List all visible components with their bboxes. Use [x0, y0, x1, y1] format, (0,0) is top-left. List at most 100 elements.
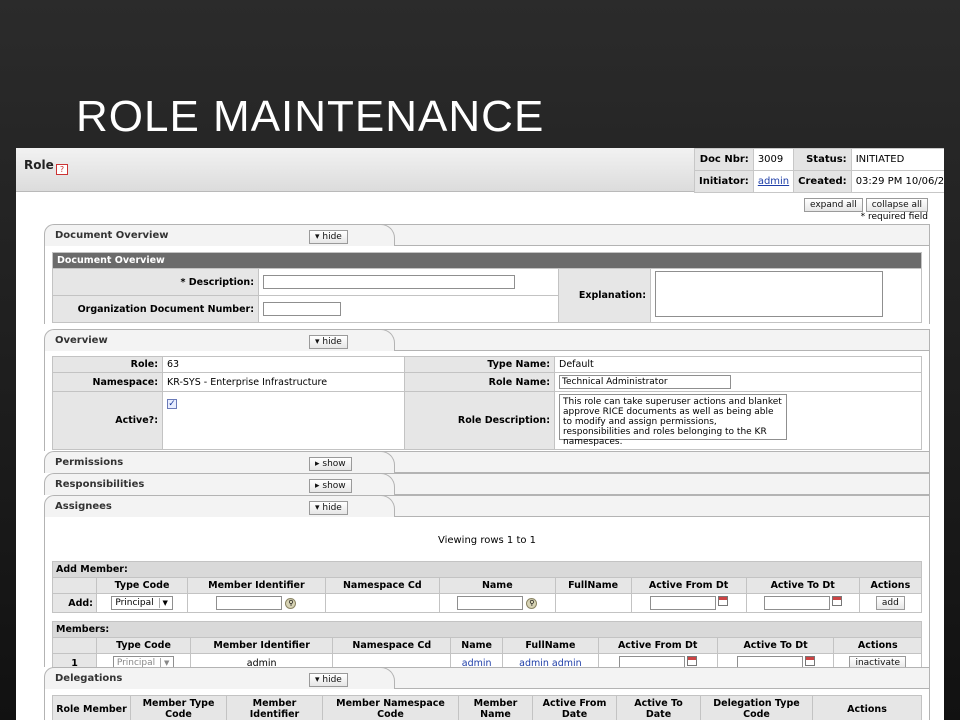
viewing-rows-text: Viewing rows 1 to 1: [437, 535, 537, 546]
member-col-fullname: FullName: [502, 637, 599, 654]
explanation-label: Explanation:: [558, 268, 651, 323]
initiator-link[interactable]: admin: [758, 176, 789, 187]
deleg-col-role-member: Role Member: [52, 695, 131, 720]
document-overview-table: Document Overview * Description: Explana…: [52, 252, 922, 323]
tab-assignees-label: Assignees: [55, 501, 112, 512]
add-col-type-code: Type Code: [96, 577, 188, 594]
add-row-label: Add:: [52, 593, 97, 613]
active-checkbox[interactable]: ✓: [167, 399, 177, 409]
role-description-textarea[interactable]: This role can take superuser actions and…: [559, 394, 787, 447]
member-col-type-code: Type Code: [96, 637, 191, 654]
org-doc-number-label: Organization Document Number:: [52, 295, 259, 323]
tab-responsibilities-label: Responsibilities: [55, 479, 145, 490]
deleg-col-member-identifier: Member Identifier: [226, 695, 323, 720]
role-description-label: Role Description:: [404, 391, 555, 450]
tab-responsibilities: Responsibilities ▸ show: [44, 473, 930, 495]
created-label: Created:: [793, 170, 852, 193]
tab-delegations-label: Delegations: [55, 673, 123, 684]
add-col-fullname: FullName: [554, 577, 632, 594]
active-label: Active?:: [52, 391, 163, 450]
permissions-show-button[interactable]: ▸ show: [309, 457, 352, 471]
add-member-identifier-input[interactable]: [216, 596, 283, 610]
document-title: Role: [24, 158, 54, 172]
expand-collapse-controls: expand all collapse all: [801, 198, 928, 212]
overview-panel: Role: 63 Type Name: Default Namespace: K…: [44, 351, 930, 451]
tab-permissions-label: Permissions: [55, 457, 124, 468]
add-col-active-to: Active To Dt: [745, 577, 860, 594]
overview-table: Role: 63 Type Name: Default Namespace: K…: [52, 356, 922, 450]
add-col-name: Name: [438, 577, 556, 594]
status-value: INITIATED: [850, 148, 944, 171]
org-doc-number-input[interactable]: [263, 302, 341, 316]
delegations-hide-button[interactable]: ▾ hide: [309, 673, 348, 687]
deleg-col-member-name: Member Name: [458, 695, 533, 720]
delegations-panel: Role Member Member Type Code Member Iden…: [44, 689, 930, 720]
assignees-panel: Viewing rows 1 to 1 Add Member: Type Cod…: [44, 517, 930, 673]
add-col-actions: Actions: [858, 577, 923, 594]
calendar-icon[interactable]: [831, 596, 842, 606]
description-input[interactable]: [263, 275, 515, 289]
chevron-down-icon: ▼: [158, 598, 171, 608]
role-label: Role:: [52, 356, 163, 373]
deleg-col-delegation-type-code: Delegation Type Code: [700, 695, 813, 720]
assignees-hide-button[interactable]: ▾ hide: [309, 501, 348, 515]
tab-assignees: Assignees ▾ hide: [44, 495, 930, 517]
deleg-col-member-type-code: Member Type Code: [130, 695, 227, 720]
help-icon[interactable]: ?: [56, 164, 68, 175]
tab-document-overview-label: Document Overview: [55, 230, 169, 241]
collapse-all-button[interactable]: collapse all: [865, 198, 928, 212]
delegations-table: Role Member Member Type Code Member Iden…: [52, 695, 922, 720]
tab-delegations: Delegations ▾ hide: [44, 667, 930, 689]
required-field-note: * required field: [860, 212, 928, 222]
explanation-textarea[interactable]: [655, 271, 883, 317]
add-col-namespace-cd: Namespace Cd: [324, 577, 440, 594]
member-col-namespace-cd: Namespace Cd: [332, 637, 452, 654]
add-member-title: Add Member:: [52, 561, 922, 578]
overview-hide-button[interactable]: ▾ hide: [309, 335, 348, 349]
namespace-value: KR-SYS - Enterprise Infrastructure: [162, 372, 405, 392]
calendar-icon[interactable]: [717, 596, 728, 606]
member-col-name: Name: [450, 637, 504, 654]
expand-all-button[interactable]: expand all: [803, 198, 863, 212]
namespace-label: Namespace:: [52, 372, 163, 392]
deleg-col-active-to: Active To Date: [616, 695, 701, 720]
status-label: Status:: [793, 148, 852, 171]
member-col-actions: Actions: [833, 637, 922, 654]
responsibilities-show-button[interactable]: ▸ show: [309, 479, 352, 493]
role-document-frame: Role ? Doc Nbr: 3009 Status: INITIATED I…: [16, 148, 944, 720]
member-col-active-from: Active From Dt: [597, 637, 718, 654]
document-overview-section-title: Document Overview: [52, 252, 922, 269]
deleg-col-actions: Actions: [812, 695, 922, 720]
members-table: Members: Type Code Member Identifier Nam…: [52, 621, 922, 673]
document-overview-hide-button[interactable]: ▾ hide: [309, 230, 348, 244]
calendar-icon[interactable]: [804, 656, 815, 666]
member-col-active-to: Active To Dt: [716, 637, 835, 654]
tab-document-overview: Document Overview ▾ hide: [44, 224, 930, 246]
document-info-table: Doc Nbr: 3009 Status: INITIATED Initiato…: [694, 148, 944, 193]
calendar-icon[interactable]: [686, 656, 697, 666]
add-col-member-identifier: Member Identifier: [186, 577, 326, 594]
type-name-label: Type Name:: [404, 356, 555, 373]
type-name-value: Default: [554, 356, 922, 373]
tab-overview: Overview ▾ hide: [44, 329, 930, 351]
add-name-input[interactable]: [457, 596, 524, 610]
add-active-from-input[interactable]: [649, 596, 716, 610]
tab-overview-label: Overview: [55, 335, 108, 346]
search-icon[interactable]: ⚲: [526, 597, 538, 609]
doc-nbr-value: 3009: [752, 148, 795, 171]
doc-nbr-label: Doc Nbr:: [694, 148, 754, 171]
role-name-input[interactable]: Technical Administrator: [559, 375, 731, 389]
document-overview-panel: Document Overview * Description: Explana…: [44, 246, 930, 324]
deleg-col-active-from: Active From Date: [532, 695, 617, 720]
add-active-to-input[interactable]: [763, 596, 830, 610]
add-member-table: Add Member: Type Code Member Identifier …: [52, 561, 923, 613]
role-name-label: Role Name:: [404, 372, 555, 392]
document-header: Role ? Doc Nbr: 3009 Status: INITIATED I…: [16, 148, 944, 193]
initiator-label: Initiator:: [694, 170, 754, 193]
add-member-button[interactable]: add: [875, 596, 905, 610]
deleg-col-member-namespace-code: Member Namespace Code: [322, 695, 459, 720]
add-type-code-value: Principal: [115, 598, 154, 608]
search-icon[interactable]: ⚲: [285, 597, 297, 609]
add-type-code-select[interactable]: Principal ▼: [111, 596, 173, 610]
add-col-active-from: Active From Dt: [630, 577, 747, 594]
